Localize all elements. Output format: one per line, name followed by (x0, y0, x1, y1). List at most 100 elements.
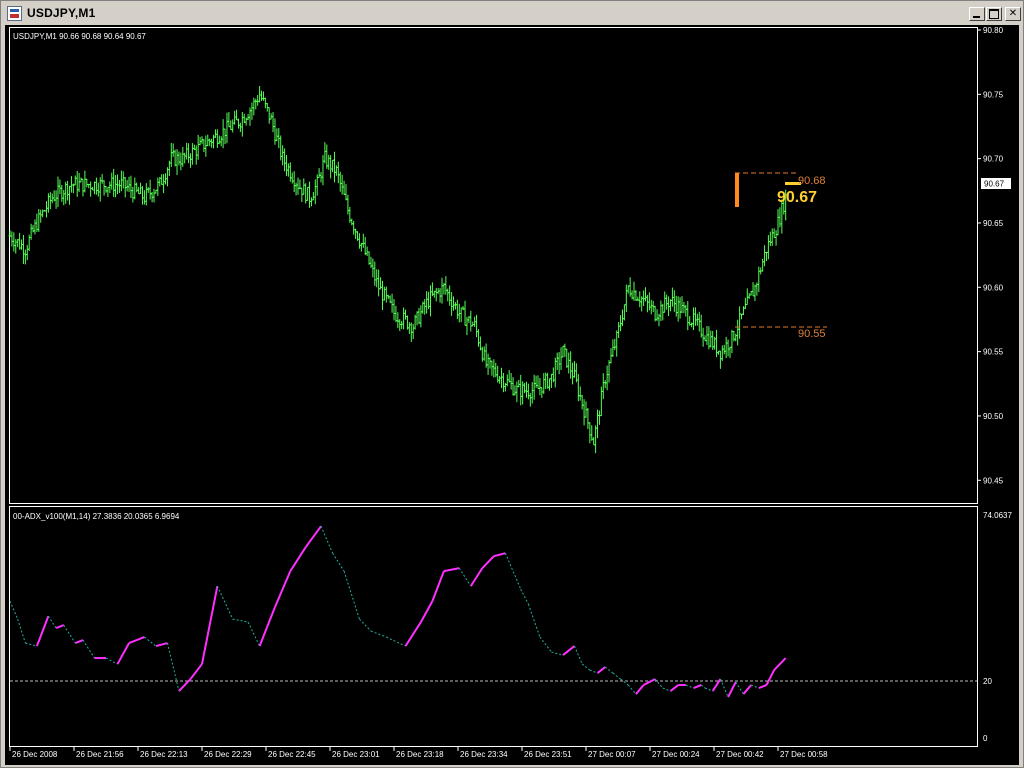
adx-segment (17, 618, 26, 644)
time-axis: 26 Dec 2008 26 Dec 21:56 26 Dec 22:13 26 De… (9, 747, 828, 759)
close-icon: ✕ (1008, 8, 1018, 19)
adx-segment (551, 651, 564, 656)
time-tick-label: 26 Dec 22:13 (140, 750, 188, 759)
adx-segment (504, 552, 522, 590)
price-tick-label: 90.60 (983, 283, 1004, 292)
price-axis: 90.80 90.75 90.70 90.65 90.60 90.55 90.50 90.45 (977, 26, 1004, 485)
time-tick-label: 26 Dec 2008 (12, 750, 58, 759)
adx-segment (654, 678, 664, 689)
maximize-icon (989, 9, 999, 19)
adx-segment (581, 663, 591, 671)
adx-segment (758, 684, 767, 689)
adx-segment (589, 669, 598, 674)
adx-segment (596, 666, 606, 674)
price-bars (8, 86, 788, 454)
maximize-button[interactable] (986, 7, 1002, 21)
chart-area[interactable]: 90.80 90.75 90.70 90.65 90.60 90.55 90.50 90.45… (5, 25, 1019, 765)
price-tick-label: 90.80 (983, 26, 1004, 35)
close-button[interactable]: ✕ (1005, 7, 1021, 21)
adx-segment (35, 615, 50, 647)
high-price-label: 90.68 (798, 175, 826, 187)
adx-segment (304, 525, 322, 548)
adx-segment (742, 684, 752, 695)
adx-segment (704, 687, 713, 692)
main-chart-frame (9, 27, 978, 504)
adx-segment (47, 615, 57, 629)
price-tick-label: 90.45 (983, 476, 1004, 485)
indicator-axis: 74.0637 20 0 (983, 511, 1012, 743)
adx-segment (735, 681, 744, 695)
adx-segment (289, 546, 307, 572)
indicator-level-tick: 20 (983, 677, 992, 686)
adx-segment (25, 642, 38, 647)
adx-segment (420, 600, 434, 623)
time-tick-label: 27 Dec 00:24 (652, 750, 700, 759)
adx-segment (201, 585, 219, 665)
adx-segment (63, 624, 76, 644)
adx-segment (144, 636, 157, 647)
time-tick-label: 26 Dec 21:56 (76, 750, 124, 759)
adx-segment (700, 684, 706, 689)
range-marker (735, 173, 739, 207)
adx-segment (274, 570, 292, 608)
adx-segment (662, 687, 671, 692)
chart-canvas[interactable]: 90.80 90.75 90.70 90.65 90.60 90.55 90.50 90.45… (5, 25, 1019, 765)
adx-segment (643, 678, 656, 686)
adx-segment (612, 672, 621, 680)
adx-segment (136, 636, 145, 642)
adx-segment (685, 684, 694, 689)
adx-segment (370, 630, 387, 638)
adx-segment (74, 639, 84, 645)
adx-segment (493, 552, 506, 558)
window-title: USDJPY,M1 (27, 6, 96, 20)
adx-segment (520, 588, 529, 605)
adx-segment (386, 636, 406, 647)
adx-segment (635, 684, 645, 695)
chart-info-label: USDJPY,M1 90.66 90.68 90.64 90.67 (13, 32, 146, 41)
time-tick-label: 26 Dec 22:45 (268, 750, 316, 759)
time-tick-label: 26 Dec 23:51 (524, 750, 572, 759)
adx-segment (750, 684, 759, 689)
price-tick-label: 90.50 (983, 412, 1004, 421)
terminal-window: USDJPY,M1 ✕ 90.80 90.75 90.70 90.65 90.60 90.… (0, 0, 1024, 768)
time-tick-label: 26 Dec 23:18 (396, 750, 444, 759)
adx-segment (443, 567, 460, 573)
adx-segment (765, 669, 776, 686)
adx-segment (562, 645, 576, 656)
last-price-value: 90.67 (984, 180, 1005, 189)
time-tick-label: 27 Dec 00:07 (588, 750, 636, 759)
adx-segment (458, 567, 472, 587)
indicator-frame (9, 506, 978, 747)
adx-segment (574, 645, 583, 665)
time-tick-label: 26 Dec 23:34 (460, 750, 508, 759)
adx-segment (527, 603, 541, 638)
adx-segment (189, 663, 203, 680)
adx-segment (343, 570, 360, 620)
title-bar[interactable]: USDJPY,M1 ✕ (3, 3, 1021, 24)
adx-segment (166, 642, 180, 692)
adx-segment (719, 678, 729, 698)
adx-segment (604, 666, 614, 674)
minimize-button[interactable] (969, 7, 985, 21)
price-tick-label: 90.55 (983, 348, 1004, 357)
price-tick-label: 90.75 (983, 90, 1004, 99)
adx-segment (539, 636, 552, 653)
adx-segment (481, 555, 495, 569)
adx-segment (404, 621, 422, 647)
adx-segment (320, 525, 334, 554)
adx-segment (247, 621, 261, 647)
chart-frames (9, 27, 978, 747)
adx-segment (669, 684, 679, 692)
adx-segment (620, 678, 629, 686)
time-tick-label: 27 Dec 00:58 (780, 750, 828, 759)
adx-segment (431, 570, 445, 602)
adx-segment (116, 642, 130, 665)
adx-segment (155, 642, 168, 648)
adx-segment (9, 600, 19, 620)
minimize-icon (973, 16, 980, 18)
adx-segment (232, 618, 249, 623)
adx-segment (82, 639, 95, 659)
chart-window-icon (7, 6, 22, 21)
indicator-max-tick: 74.0637 (983, 511, 1012, 520)
adx-segment (359, 618, 372, 632)
